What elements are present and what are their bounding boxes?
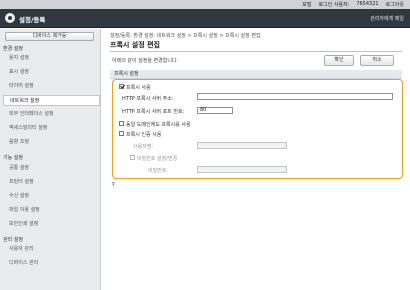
sidebar-section-management: 관리 설정 xyxy=(3,237,23,243)
top-bar: 포털 로그인 사용자: 7654321 로그아웃 xyxy=(0,0,410,9)
logout-link[interactable]: 로그아웃 xyxy=(386,1,404,8)
top-bar-links: 포털 로그인 사용자: 7654321 로그아웃 xyxy=(302,1,404,8)
app-header: 설정/등록 관리자에게 메일 xyxy=(0,9,410,28)
logged-in-user: 7654321 xyxy=(356,1,379,7)
sidebar-item-file-usage[interactable]: 파일 이용 설정 xyxy=(9,205,97,216)
sidebar-item-secure-print[interactable]: 보안인쇄 설정 xyxy=(9,219,97,230)
sidebar: 디바이스 제거등 환경 설정 용지 설정 표시 설정 타이머 설정 네트워크 설… xyxy=(0,29,101,290)
set-password-checkbox[interactable] xyxy=(130,155,135,160)
back-to-top-icon[interactable]: ⤒ xyxy=(112,182,115,190)
ok-button[interactable]: 확인 xyxy=(324,55,354,66)
use-auth-label: 프록시 인증 사용 xyxy=(126,132,162,138)
sidebar-item-display[interactable]: 표시 설정 xyxy=(9,67,97,78)
password-label: 비밀번호: xyxy=(148,168,169,174)
title-divider xyxy=(110,51,402,52)
use-auth-checkbox[interactable] xyxy=(119,131,124,136)
main-content: 설정/등록: 환경 설정: 네트워크 설정 > 프록시 설정 > 프록시 설정 … xyxy=(102,29,410,290)
sidebar-item-sound[interactable]: 음향 조정 xyxy=(9,137,97,148)
device-button[interactable]: 디바이스 제거등 xyxy=(5,32,94,41)
sidebar-item-network[interactable]: 네트워크 설정 xyxy=(3,95,100,106)
page-title: 프록시 설정 편집 xyxy=(110,41,160,49)
sidebar-item-receive[interactable]: 수신 설정 xyxy=(9,191,97,202)
use-proxy-label: 프록시 사용 xyxy=(126,85,151,91)
sidebar-item-external-interface[interactable]: 외부 인터페이스 설정 xyxy=(9,109,97,120)
admin-mail-link[interactable]: 관리자에게 메일 xyxy=(370,15,404,22)
use-proxy-checkbox[interactable] xyxy=(119,84,124,89)
proxy-section-header: 프록시 설정 xyxy=(110,70,402,79)
sidebar-section-function: 기능 설정 xyxy=(3,155,23,161)
sidebar-item-printer[interactable]: 프린터 설정 xyxy=(9,177,97,188)
app-title: 설정/등록 xyxy=(19,16,46,24)
same-domain-label: 동일 도메인에도 프록시를 사용 xyxy=(126,122,191,128)
password-input[interactable] xyxy=(197,166,287,173)
page-description: 아래의 같이 설정을 변경합니다. xyxy=(112,58,179,64)
username-label: 사용자명: xyxy=(133,144,154,150)
same-domain-checkbox[interactable] xyxy=(119,121,124,126)
sidebar-item-paper[interactable]: 용지 설정 xyxy=(9,53,97,64)
sidebar-item-timer[interactable]: 타이머 설정 xyxy=(9,81,97,92)
http-port-label: HTTP 프록시 서버 포트 번호: xyxy=(122,109,185,115)
logged-in-user-label: 로그인 사용자: xyxy=(318,2,350,8)
sidebar-item-user-management[interactable]: 사용자 관리 xyxy=(9,244,97,255)
http-port-input[interactable]: 80 xyxy=(197,107,233,114)
portal-link[interactable]: 포털 xyxy=(302,1,311,8)
set-password-label: 비밀번호 설정/변경 xyxy=(137,156,178,162)
sidebar-item-accessibility[interactable]: 액세스빌리티 설정 xyxy=(9,123,97,134)
sidebar-section-environment: 환경 설정 xyxy=(3,46,23,52)
sidebar-item-common[interactable]: 공통 설정 xyxy=(9,163,97,174)
breadcrumb: 설정/등록: 환경 설정: 네트워크 설정 > 프록시 설정 > 프록시 설정 … xyxy=(110,33,261,39)
http-address-input[interactable] xyxy=(197,93,393,100)
http-address-label: HTTP 프록시 서버 주소: xyxy=(122,96,174,102)
username-input[interactable] xyxy=(197,142,287,149)
sidebar-item-device-management[interactable]: 디바이스 관리 xyxy=(9,258,97,269)
gear-icon xyxy=(5,13,15,23)
cancel-button[interactable]: 취소 xyxy=(360,55,394,66)
